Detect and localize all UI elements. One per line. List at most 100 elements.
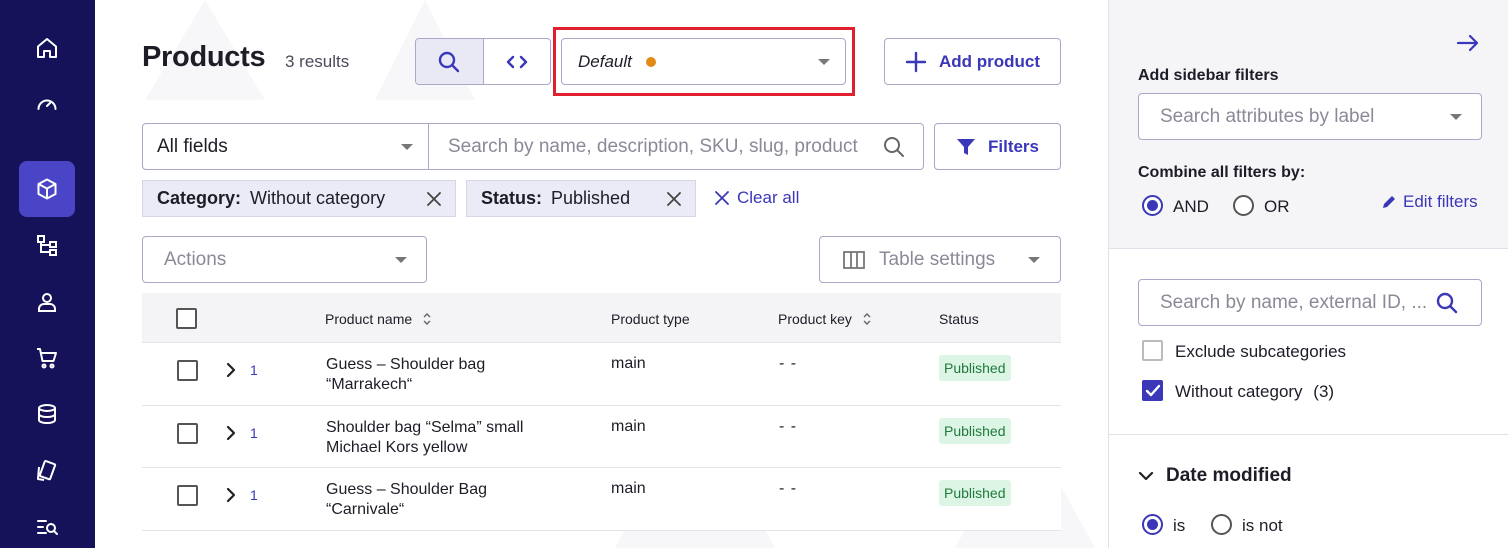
attribute-search-select[interactable]: Search attributes by label — [1138, 93, 1482, 140]
row-checkbox[interactable] — [177, 485, 198, 506]
plus-icon — [905, 51, 927, 72]
remove-chip-icon[interactable] — [427, 191, 441, 206]
combine-and-radio[interactable] — [1142, 195, 1163, 216]
category-search — [1138, 279, 1482, 326]
nav-home[interactable] — [19, 20, 75, 76]
search-field-value: All fields — [157, 135, 228, 157]
date-modified-heading: Date modified — [1166, 465, 1292, 486]
home-icon — [37, 38, 57, 58]
chevron-down-icon — [1138, 471, 1154, 481]
filters-button[interactable]: Filters — [934, 123, 1061, 170]
columns-icon — [843, 250, 865, 269]
products-page: Products 3 results Default Add product A… — [95, 0, 1108, 548]
search-icon — [439, 51, 460, 72]
variant-count[interactable]: 1 — [250, 425, 258, 441]
add-product-button[interactable]: Add product — [884, 38, 1061, 85]
variant-count[interactable]: 1 — [250, 362, 258, 378]
close-icon — [715, 191, 729, 205]
table-row[interactable]: 1 Guess – Shoulder Bag “Carnivale“ main … — [142, 468, 1061, 531]
caret-down-icon — [1450, 114, 1462, 120]
main-nav-rail — [0, 0, 95, 548]
nav-dashboard[interactable] — [19, 76, 75, 132]
products-table: Product name Product type Product key St… — [142, 293, 1061, 531]
without-category-label: Without category — [1175, 382, 1303, 401]
pencil-icon — [1383, 196, 1395, 208]
column-header-product-name[interactable]: Product name — [325, 311, 432, 327]
table-header: Product name Product type Product key St… — [142, 293, 1061, 343]
attribute-search-placeholder: Search attributes by label — [1160, 105, 1375, 127]
discounts-icon — [38, 404, 56, 425]
select-all-checkbox[interactable] — [176, 308, 197, 329]
filter-chip-category: Category: Without category — [142, 180, 456, 217]
date-is-not-label: is not — [1242, 516, 1283, 535]
search-mode-button[interactable] — [416, 39, 484, 84]
sort-icon — [863, 313, 871, 325]
filters-sidebar: Add sidebar filters Search attributes by… — [1108, 0, 1508, 548]
combine-or-radio[interactable] — [1233, 195, 1254, 216]
products-icon — [37, 178, 57, 200]
date-is-radio[interactable] — [1142, 514, 1163, 535]
clear-all-filters-link[interactable]: Clear all — [715, 188, 799, 208]
add-product-label: Add product — [938, 51, 1041, 71]
filter-icon — [956, 138, 975, 155]
nav-orders[interactable] — [19, 330, 75, 386]
caret-down-icon — [401, 144, 413, 150]
product-key: - - — [779, 355, 798, 372]
date-modified-section-toggle[interactable]: Date modified — [1138, 465, 1292, 487]
check-icon — [1145, 384, 1161, 397]
product-type: main — [611, 355, 646, 372]
date-is-not-radio[interactable] — [1211, 514, 1232, 535]
search-icon — [1436, 292, 1458, 314]
caret-down-icon — [395, 257, 407, 263]
exclude-subcategories-checkbox[interactable] — [1142, 340, 1163, 361]
nav-products[interactable] — [19, 161, 75, 217]
nav-project-settings[interactable] — [19, 443, 75, 499]
nav-categories[interactable] — [19, 217, 75, 273]
customers-icon — [38, 293, 56, 312]
table-row[interactable]: 1 Shoulder bag “Selma” small Michael Kor… — [142, 405, 1061, 468]
search-icon — [884, 137, 904, 157]
remove-chip-icon[interactable] — [667, 191, 681, 206]
table-row[interactable]: 1 Guess – Shoulder bag “Marrakech“ main … — [142, 343, 1061, 406]
product-type: main — [611, 480, 646, 497]
sidebar-divider — [1109, 434, 1508, 435]
product-type: main — [611, 417, 646, 435]
product-name[interactable]: Guess – Shoulder Bag “Carnivale“ — [326, 480, 566, 520]
row-checkbox[interactable] — [177, 422, 198, 444]
category-search-input[interactable] — [1160, 291, 1440, 314]
search-mode-toggle — [415, 38, 551, 85]
without-category-count: (3) — [1313, 382, 1335, 401]
variant-count[interactable]: 1 — [250, 487, 258, 503]
arrow-right-icon[interactable] — [1456, 33, 1480, 53]
project-settings-icon — [37, 460, 57, 481]
edit-filters-link[interactable]: Edit filters — [1382, 192, 1478, 212]
column-header-product-type[interactable]: Product type — [611, 311, 690, 327]
nav-search-list[interactable] — [19, 499, 75, 548]
clear-all-label: Clear all — [737, 188, 800, 207]
table-settings-select[interactable]: Table settings — [819, 236, 1061, 283]
chevron-right-icon[interactable] — [225, 425, 237, 441]
status-badge: Published — [939, 480, 1011, 506]
chevron-right-icon[interactable] — [225, 487, 237, 503]
search-field-select[interactable]: All fields — [143, 124, 429, 169]
product-name[interactable]: Guess – Shoulder bag “Marrakech“ — [326, 355, 566, 395]
bulk-actions-select[interactable]: Actions — [142, 236, 427, 283]
page-title: Products — [142, 41, 266, 73]
chevron-right-icon[interactable] — [225, 362, 237, 378]
column-header-product-key[interactable]: Product key — [778, 311, 872, 327]
column-header-status[interactable]: Status — [939, 311, 979, 327]
caret-down-icon — [1028, 257, 1040, 263]
code-mode-button[interactable] — [484, 39, 551, 84]
edit-filters-label: Edit filters — [1403, 192, 1478, 211]
nav-discounts[interactable] — [19, 386, 75, 442]
highlight-box — [553, 27, 855, 96]
categories-icon — [37, 235, 57, 256]
nav-customers[interactable] — [19, 274, 75, 330]
product-name[interactable]: Shoulder bag “Selma” small Michael Kors … — [326, 418, 566, 458]
row-checkbox[interactable] — [177, 360, 198, 381]
status-badge: Published — [939, 355, 1011, 381]
without-category-checkbox[interactable] — [1142, 380, 1163, 401]
search-input[interactable] — [448, 135, 860, 158]
exclude-subcategories-label: Exclude subcategories — [1175, 342, 1347, 361]
chip-value: Published — [551, 188, 631, 208]
